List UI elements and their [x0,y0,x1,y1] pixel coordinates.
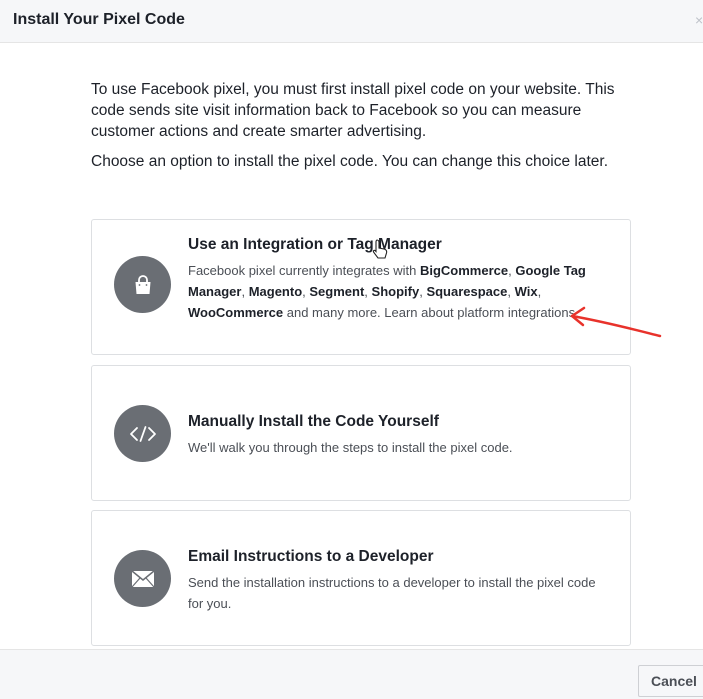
install-pixel-dialog: Install Your Pixel Code × To use Faceboo… [0,0,703,699]
partner-shopify: Shopify [371,284,420,299]
intro-text: To use Facebook pixel, you must first in… [91,81,615,140]
separator: , [537,284,542,299]
dialog-footer [0,649,703,699]
envelope-icon [114,550,171,607]
separator: , [241,284,249,299]
desc-tail: and many more. Learn about platform inte… [283,305,579,320]
option-email-developer[interactable]: Email Instructions to a Developer Send t… [91,510,631,646]
option-description: We'll walk you through the steps to inst… [188,440,513,455]
partner-segment: Segment [309,284,365,299]
partner-magento: Magento [248,284,303,299]
partner-squarespace: Squarespace [426,284,508,299]
option-description: Send the installation instructions to a … [188,575,596,611]
option-title: Email Instructions to a Developer [188,548,434,565]
separator: , [507,284,515,299]
separator: , [364,284,372,299]
partner-bigcommerce: BigCommerce [419,263,509,278]
close-icon[interactable]: × [695,13,703,27]
dialog-title: Install Your Pixel Code [13,11,185,28]
partner-wix: Wix [514,284,538,299]
hand-cursor-icon [372,239,388,259]
choose-option-text: Choose an option to install the pixel co… [91,153,609,170]
code-icon [114,405,171,462]
option-integration[interactable]: Use an Integration or Tag Manager Facebo… [91,219,631,355]
dialog-header: Install Your Pixel Code × [0,0,703,43]
desc-lead: Facebook pixel currently integrates with [188,263,420,278]
option-title: Manually Install the Code Yourself [188,413,439,430]
option-title: Use an Integration or Tag Manager [188,236,442,253]
option-manual-install[interactable]: Manually Install the Code Yourself We'll… [91,365,631,501]
partner-woocommerce: WooCommerce [188,305,284,320]
shopping-bag-icon [114,256,171,313]
option-description: Facebook pixel currently integrates with… [188,260,613,323]
cancel-button[interactable]: Cancel [638,665,703,697]
annotation-arrow-icon [570,306,662,338]
